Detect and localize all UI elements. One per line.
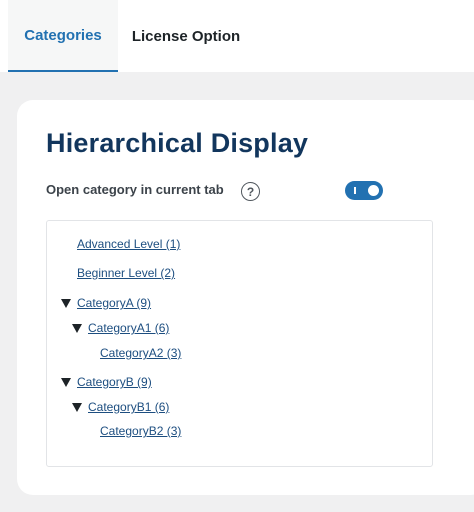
category-link-category-a1[interactable]: CategoryA1 (6) <box>88 321 169 335</box>
tab-categories[interactable]: Categories <box>8 0 118 72</box>
tree-item-category-a1: CategoryA1 (6) <box>72 320 169 336</box>
caret-down-icon[interactable] <box>61 377 71 387</box>
category-link-category-a2[interactable]: CategoryA2 (3) <box>100 346 181 360</box>
open-category-option-label: Open category in current tab <box>46 182 224 197</box>
tree-item-category-b: CategoryB (9) <box>61 374 152 390</box>
category-link-beginner-level[interactable]: Beginner Level (2) <box>77 266 175 280</box>
tree-item-beginner-level: Beginner Level (2) <box>77 265 175 281</box>
tab-bar: Categories License Option <box>0 0 474 72</box>
category-link-category-b2[interactable]: CategoryB2 (3) <box>100 424 181 438</box>
caret-down-icon[interactable] <box>72 402 82 412</box>
help-icon[interactable]: ? <box>241 182 260 201</box>
tree-item-category-b2: CategoryB2 (3) <box>100 423 181 439</box>
category-link-category-a[interactable]: CategoryA (9) <box>77 296 151 310</box>
open-in-current-tab-toggle[interactable] <box>345 181 383 200</box>
tree-item-category-b1: CategoryB1 (6) <box>72 399 169 415</box>
section-title: Hierarchical Display <box>46 128 309 158</box>
tree-item-category-a: CategoryA (9) <box>61 295 151 311</box>
tab-license-option[interactable]: License Option <box>124 0 248 72</box>
caret-down-icon[interactable] <box>72 323 82 333</box>
toggle-on-indicator <box>354 187 356 194</box>
category-tree: Advanced Level (1) Beginner Level (2) Ca… <box>46 220 433 467</box>
category-link-category-b1[interactable]: CategoryB1 (6) <box>88 400 169 414</box>
toggle-knob <box>368 185 379 196</box>
tree-item-advanced-level: Advanced Level (1) <box>77 236 180 252</box>
category-link-category-b[interactable]: CategoryB (9) <box>77 375 152 389</box>
caret-down-icon[interactable] <box>61 298 71 308</box>
category-link-advanced-level[interactable]: Advanced Level (1) <box>77 237 180 251</box>
tree-item-category-a2: CategoryA2 (3) <box>100 345 181 361</box>
